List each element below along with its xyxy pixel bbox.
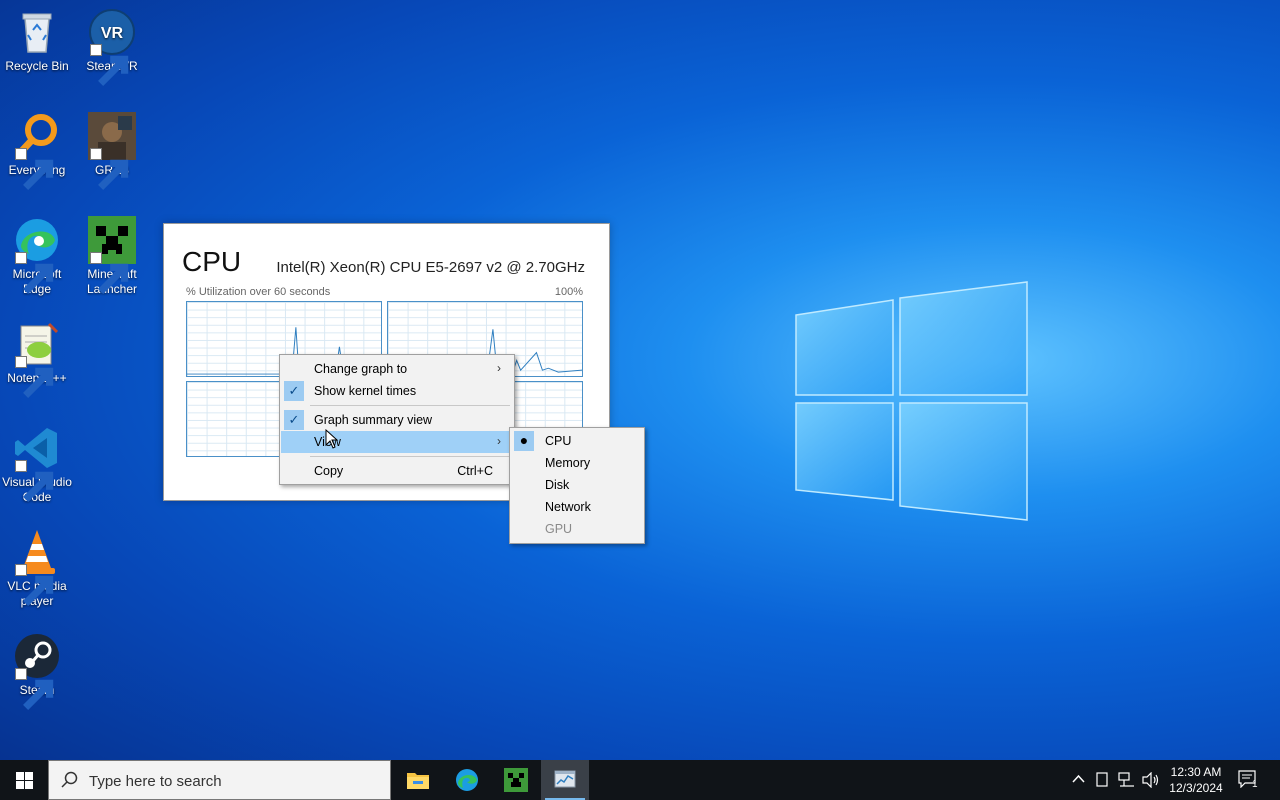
desktop-icon-everything[interactable]: Everything bbox=[0, 112, 75, 190]
graph-context-menu: Change graph to › ✓ Show kernel times ✓ … bbox=[279, 354, 515, 485]
clock-date: 12/3/2024 bbox=[1169, 781, 1223, 795]
search-icon bbox=[61, 771, 78, 788]
folder-icon bbox=[407, 773, 429, 789]
steam-icon bbox=[13, 632, 61, 710]
mouse-pointer-icon bbox=[325, 429, 339, 449]
search-placeholder: Type here to search bbox=[89, 773, 222, 790]
utilization-max-label: 100% bbox=[554, 286, 583, 298]
view-submenu: ● CPU Memory Disk Network GPU bbox=[509, 427, 645, 544]
notepad-plus-plus-icon bbox=[13, 320, 61, 398]
windows-wallpaper-logo bbox=[795, 281, 1028, 521]
menu-item-change-graph-to[interactable]: Change graph to › bbox=[281, 358, 513, 380]
shortcut-arrow-icon bbox=[15, 668, 54, 710]
steamvr-logo-text: VR bbox=[101, 25, 124, 42]
shortcut-arrow-icon bbox=[15, 564, 54, 606]
shortcut-arrow-icon bbox=[15, 252, 54, 294]
shortcut-arrow-icon bbox=[15, 148, 54, 190]
taskbar-file-explorer[interactable] bbox=[394, 760, 442, 800]
task-manager-icon bbox=[554, 770, 576, 788]
desktop-icon-recycle-bin[interactable]: Recycle Bin bbox=[0, 8, 75, 74]
desktop-icon-visual-studio-code[interactable]: Visual Studio Code bbox=[0, 424, 75, 505]
taskbar-search-box[interactable]: Type here to search bbox=[48, 760, 391, 800]
desktop-icon-minecraft-launcher[interactable]: Minecraft Launcher bbox=[74, 216, 150, 297]
menu-item-show-kernel-times[interactable]: ✓ Show kernel times bbox=[281, 380, 513, 402]
menu-item-graph-summary-view[interactable]: ✓ Graph summary view bbox=[281, 409, 513, 431]
clock-time: 12:30 AM bbox=[1170, 765, 1222, 779]
edge-icon bbox=[456, 769, 478, 791]
start-button[interactable] bbox=[0, 760, 48, 800]
cpu-title: CPU bbox=[182, 246, 242, 277]
notification-count-badge: 1 bbox=[1252, 779, 1258, 790]
taskbar-task-manager[interactable] bbox=[541, 760, 589, 800]
submenu-item-memory[interactable]: Memory bbox=[511, 452, 643, 474]
menu-item-copy[interactable]: Copy Ctrl+C bbox=[281, 460, 513, 482]
copy-shortcut-hint: Ctrl+C bbox=[457, 464, 493, 478]
action-center-button[interactable]: 1 bbox=[1236, 768, 1262, 792]
minecraft-creeper-icon bbox=[504, 768, 528, 792]
chevron-right-icon: › bbox=[497, 434, 501, 448]
shortcut-arrow-icon bbox=[90, 148, 129, 190]
desktop-icon-steamvr[interactable]: VR SteamVR bbox=[74, 8, 150, 86]
menu-item-view[interactable]: View › bbox=[281, 431, 513, 453]
chevron-right-icon: › bbox=[497, 361, 501, 375]
radio-bullet-icon: ● bbox=[514, 431, 534, 451]
checkmark-icon: ✓ bbox=[284, 381, 304, 401]
vlc-cone-icon bbox=[13, 528, 61, 606]
submenu-item-cpu[interactable]: ● CPU bbox=[511, 430, 643, 452]
desktop-icon-vlc-media-player[interactable]: VLC media player bbox=[0, 528, 75, 609]
recycle-bin-icon bbox=[13, 8, 61, 56]
submenu-item-gpu: GPU bbox=[545, 522, 573, 536]
shortcut-arrow-icon bbox=[90, 252, 129, 294]
vscode-icon bbox=[13, 424, 61, 502]
volume-icon[interactable] bbox=[1142, 772, 1160, 788]
desktop-icon-grab[interactable]: GRAB bbox=[74, 112, 150, 190]
desktop-icon-notepad-plus-plus[interactable]: Notepad++ bbox=[0, 320, 75, 398]
submenu-item-disk[interactable]: Disk bbox=[511, 474, 643, 496]
desktop-icon-steam[interactable]: Steam bbox=[0, 632, 75, 710]
grab-image-icon bbox=[88, 112, 136, 190]
everything-search-icon bbox=[13, 112, 61, 190]
utilization-label: % Utilization over 60 seconds bbox=[186, 286, 331, 298]
checkmark-icon: ✓ bbox=[284, 410, 304, 430]
submenu-item-network[interactable]: Network bbox=[511, 496, 643, 518]
chevron-up-icon[interactable] bbox=[1072, 774, 1085, 784]
taskbar: Type here to search 12:30 AM 12/3/2024 1 bbox=[0, 760, 1280, 800]
taskbar-clock[interactable]: 12:30 AM 12/3/2024 bbox=[1163, 764, 1229, 796]
shortcut-arrow-icon bbox=[15, 460, 54, 502]
cpu-model-name: Intel(R) Xeon(R) CPU E5-2697 v2 @ 2.70GH… bbox=[276, 259, 585, 276]
taskbar-minecraft-launcher[interactable] bbox=[492, 760, 540, 800]
minecraft-creeper-icon bbox=[88, 216, 136, 294]
network-icon[interactable] bbox=[1118, 772, 1135, 788]
menu-separator bbox=[310, 456, 510, 457]
shortcut-arrow-icon bbox=[90, 44, 129, 86]
shortcut-arrow-icon bbox=[15, 356, 54, 398]
windows-start-icon bbox=[16, 772, 33, 789]
edge-icon bbox=[13, 216, 61, 294]
desktop-icon-microsoft-edge[interactable]: Microsoft Edge bbox=[0, 216, 75, 297]
desktop-icon-label: Recycle Bin bbox=[5, 59, 69, 73]
steamvr-icon: VR bbox=[88, 8, 136, 86]
menu-separator bbox=[310, 405, 510, 406]
tablet-mode-icon[interactable] bbox=[1096, 772, 1108, 787]
taskbar-microsoft-edge[interactable] bbox=[443, 760, 491, 800]
